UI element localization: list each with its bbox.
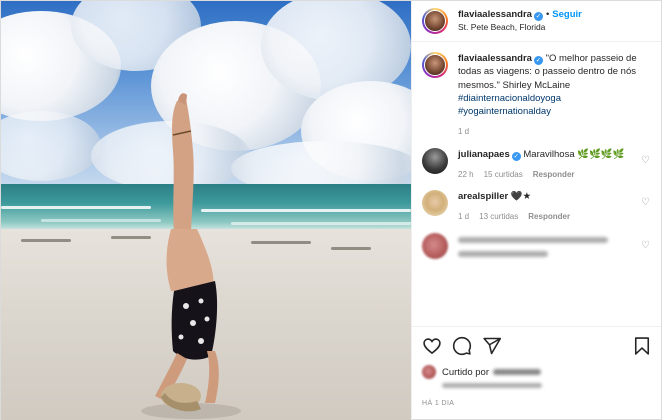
commenter-avatar[interactable] bbox=[422, 147, 448, 174]
comment-username[interactable]: arealspiller bbox=[458, 191, 508, 202]
comments-section: flaviaalessandra ✓ "O melhor passeio de t… bbox=[412, 42, 661, 326]
verified-badge-icon: ✓ bbox=[533, 12, 543, 22]
follow-button[interactable]: Seguir bbox=[552, 9, 582, 20]
comment-body-blurred bbox=[458, 233, 642, 257]
caption: flaviaalessandra ✓ "O melhor passeio de t… bbox=[422, 52, 651, 138]
caption-avatar[interactable] bbox=[422, 52, 448, 78]
author-username[interactable]: flaviaalessandra bbox=[458, 9, 532, 20]
blurred-likes-line bbox=[442, 383, 542, 388]
post-timestamp[interactable]: HÁ 1 DIA bbox=[422, 400, 651, 407]
action-icons bbox=[422, 335, 651, 357]
bookmark-icon[interactable] bbox=[633, 336, 651, 356]
heart-outline-icon[interactable] bbox=[422, 336, 442, 356]
verified-badge-icon: ✓ bbox=[533, 56, 543, 65]
post-photo[interactable] bbox=[1, 1, 411, 420]
header-text: flaviaalessandra ✓ • Seguir St. Pete Beach,… bbox=[458, 9, 582, 32]
comment-likes[interactable]: 15 curtidas bbox=[484, 170, 523, 179]
comment-like-icon[interactable]: ♡ bbox=[641, 155, 651, 166]
commenter-avatar[interactable] bbox=[422, 190, 448, 217]
reply-button[interactable]: Responder bbox=[528, 212, 570, 221]
blurred-liker-name[interactable] bbox=[493, 369, 541, 375]
post-actions: Curtido por HÁ 1 DIA bbox=[412, 326, 661, 420]
author-avatar[interactable] bbox=[422, 8, 448, 34]
liked-by: Curtido por bbox=[422, 365, 651, 379]
post-header: flaviaalessandra ✓ • Seguir St. Pete Beach,… bbox=[412, 1, 661, 42]
location-link[interactable]: St. Pete Beach, Florida bbox=[458, 22, 582, 33]
blurred-comment-text bbox=[458, 250, 548, 257]
commenter-avatar[interactable] bbox=[422, 232, 448, 259]
hashtag-link[interactable]: #diainternacionaldoyoga bbox=[458, 92, 642, 105]
caption-time[interactable]: 1 d bbox=[458, 127, 469, 136]
comment-username[interactable]: julianapaes bbox=[458, 149, 510, 160]
hashtag-link[interactable]: #yogainternationalday bbox=[458, 105, 642, 118]
comment-like-icon[interactable]: ♡ bbox=[641, 198, 651, 208]
comment-time[interactable]: 22 h bbox=[458, 170, 474, 179]
comment-body: arealspiller 🖤★ 1 d 13 curtidas Responder bbox=[458, 190, 642, 222]
reply-button[interactable]: Responder bbox=[533, 170, 575, 179]
comment-likes[interactable]: 13 curtidas bbox=[479, 212, 518, 221]
comment-meta: 1 d 13 curtidas Responder bbox=[458, 211, 642, 222]
comment-text: 🖤★ bbox=[510, 191, 532, 203]
comment-text-block: arealspiller 🖤★ bbox=[458, 190, 642, 203]
headstand-person bbox=[141, 93, 241, 419]
comment-item: arealspiller 🖤★ 1 d 13 curtidas Responder … bbox=[422, 190, 651, 222]
comment-like-icon[interactable]: ♡ bbox=[641, 240, 651, 251]
caption-text-block: flaviaalessandra ✓ "O melhor passeio de t… bbox=[458, 52, 642, 118]
comment-time[interactable]: 1 d bbox=[458, 212, 469, 221]
post-sidebar: flaviaalessandra ✓ • Seguir St. Pete Beach,… bbox=[411, 1, 661, 420]
caption-meta: 1 d bbox=[458, 126, 642, 137]
blurred-comment-text bbox=[458, 236, 608, 243]
comment-text: Maravilhosa 🌿🌿🌿🌿 bbox=[523, 148, 625, 160]
caption-username[interactable]: flaviaalessandra bbox=[458, 53, 532, 64]
liker-avatar[interactable] bbox=[422, 365, 436, 379]
instagram-post: flaviaalessandra ✓ • Seguir St. Pete Beach,… bbox=[0, 0, 662, 420]
comment-text-block: julianapaes ✓ Maravilhosa 🌿🌿🌿🌿 bbox=[458, 148, 642, 161]
comment-meta: 22 h 15 curtidas Responder bbox=[458, 169, 642, 180]
separator-dot: • bbox=[545, 9, 550, 21]
comment-icon[interactable] bbox=[452, 336, 472, 356]
comment-item: ♡ bbox=[422, 232, 651, 259]
comment-body: julianapaes ✓ Maravilhosa 🌿🌿🌿🌿 22 h 15 cur… bbox=[458, 148, 642, 180]
comment-item: julianapaes ✓ Maravilhosa 🌿🌿🌿🌿 22 h 15 cur… bbox=[422, 147, 651, 180]
verified-badge-icon: ✓ bbox=[511, 151, 521, 161]
liked-by-prefix: Curtido por bbox=[442, 366, 489, 378]
share-icon[interactable] bbox=[482, 336, 502, 356]
caption-body: flaviaalessandra ✓ "O melhor passeio de t… bbox=[458, 52, 642, 138]
